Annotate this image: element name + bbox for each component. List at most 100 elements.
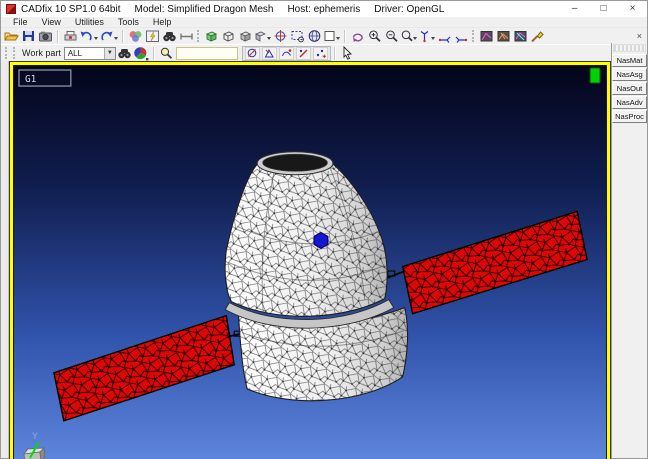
menu-file[interactable]: File bbox=[6, 17, 35, 27]
axis-alt-2-button[interactable] bbox=[453, 29, 470, 44]
view-cube-menu-button[interactable] bbox=[254, 29, 272, 44]
zoom-in-button[interactable] bbox=[366, 29, 383, 44]
center-view-button[interactable] bbox=[272, 29, 289, 44]
background-select-button[interactable] bbox=[323, 29, 341, 44]
undo-button[interactable] bbox=[79, 29, 99, 44]
green-cube-icon bbox=[206, 31, 217, 42]
cube-menu-icon bbox=[255, 31, 266, 42]
view-cube-shaded-green-button[interactable] bbox=[203, 29, 220, 44]
status-indicator bbox=[589, 67, 601, 84]
filter-surfaces-toggle[interactable] bbox=[244, 46, 260, 60]
view-cube-wireframe-button[interactable] bbox=[220, 29, 237, 44]
check-mesh-1-button[interactable] bbox=[478, 29, 495, 44]
menu-tools[interactable]: Tools bbox=[111, 17, 146, 27]
model-label: Model: Simplified Dragon Mesh bbox=[134, 3, 274, 15]
paint-entities-button[interactable] bbox=[529, 29, 546, 44]
mesh-check-1-icon bbox=[480, 31, 493, 42]
minimize-button[interactable]: – bbox=[560, 1, 589, 17]
undo-icon bbox=[80, 31, 92, 41]
center-target-icon bbox=[274, 30, 287, 42]
rotate-arrow-icon bbox=[352, 33, 363, 42]
find-part-button[interactable] bbox=[116, 46, 133, 61]
redo-button[interactable] bbox=[99, 29, 119, 44]
zoom-out-button[interactable] bbox=[383, 29, 400, 44]
find-button[interactable] bbox=[161, 29, 178, 44]
zoom-menu-button[interactable] bbox=[400, 29, 418, 44]
binoculars-icon bbox=[163, 32, 176, 42]
wireframe-cube-icon bbox=[223, 31, 234, 42]
check-mesh-3-button[interactable] bbox=[512, 29, 529, 44]
zoom-dropdown-icon bbox=[413, 37, 417, 40]
palette-button[interactable] bbox=[127, 29, 144, 44]
nasproc-button[interactable]: NasProc bbox=[612, 110, 647, 123]
filter-points-toggle[interactable] bbox=[312, 46, 328, 60]
zoom-icon bbox=[401, 30, 413, 42]
close-button[interactable]: × bbox=[618, 1, 647, 17]
filter-lines-toggle[interactable] bbox=[295, 46, 311, 60]
save-button[interactable] bbox=[20, 29, 37, 44]
vertex-marker[interactable] bbox=[313, 231, 329, 250]
cadfix-window: CADfix 10 SP1.0 64bit Model: Simplified … bbox=[0, 0, 648, 459]
measure-button[interactable] bbox=[178, 29, 195, 44]
open-file-button[interactable] bbox=[3, 29, 20, 44]
menu-help[interactable]: Help bbox=[146, 17, 179, 27]
mesh-check-2-icon bbox=[497, 31, 510, 42]
gray-cube-icon bbox=[240, 31, 251, 42]
axis-main-button[interactable] bbox=[418, 29, 436, 44]
search-input[interactable] bbox=[175, 46, 238, 60]
rgb-sphere-icon bbox=[134, 46, 149, 60]
title-bar: CADfix 10 SP1.0 64bit Model: Simplified … bbox=[1, 1, 647, 17]
redo-dropdown-icon bbox=[114, 37, 118, 40]
entity-filter-group bbox=[241, 45, 331, 61]
axis-right-icon bbox=[455, 36, 468, 43]
select-cursor-button[interactable] bbox=[339, 45, 356, 61]
print-button[interactable] bbox=[62, 29, 79, 44]
menu-view[interactable]: View bbox=[35, 17, 68, 27]
floppy-icon bbox=[23, 31, 34, 41]
rotate-view-button[interactable] bbox=[349, 29, 366, 44]
nasadv-button[interactable]: NasAdv bbox=[612, 96, 647, 109]
viewport-inner-border: G1 Y bbox=[13, 65, 607, 459]
check-mesh-2-button[interactable] bbox=[495, 29, 512, 44]
nasmat-button[interactable]: NasMat bbox=[612, 54, 647, 67]
filter-edges-toggle[interactable] bbox=[278, 46, 294, 60]
view-label-box: G1 bbox=[18, 69, 72, 87]
flash-window-button[interactable] bbox=[144, 29, 161, 44]
axis-dropdown-icon bbox=[431, 37, 435, 40]
maximize-button[interactable]: □ bbox=[589, 1, 618, 17]
work-part-label: Work part bbox=[22, 48, 61, 58]
work-part-caret[interactable]: ▼ bbox=[103, 47, 115, 59]
open-folder-icon bbox=[4, 32, 19, 41]
work-part-toolbar: Work part ALL ▼ bbox=[1, 44, 611, 61]
filter-wires-toggle[interactable] bbox=[261, 46, 277, 60]
paintbrush-icon bbox=[531, 31, 544, 43]
snapshot-button[interactable] bbox=[37, 29, 54, 44]
viewport-frame: G1 Y bbox=[9, 61, 611, 459]
globe-icon bbox=[308, 30, 321, 42]
panel-grip[interactable] bbox=[613, 44, 646, 52]
zoom-out-icon bbox=[386, 30, 398, 42]
menu-utilities[interactable]: Utilities bbox=[68, 17, 111, 27]
shade-rgb-button[interactable] bbox=[133, 46, 150, 61]
zoom-window-button[interactable] bbox=[289, 29, 306, 44]
viewport-active-border: G1 Y bbox=[10, 62, 610, 459]
redo-icon bbox=[101, 31, 113, 41]
undo-dropdown-icon bbox=[94, 37, 98, 40]
filter-surfaces-icon bbox=[247, 48, 257, 58]
axis-alt-1-button[interactable] bbox=[436, 29, 453, 44]
viewport-3d-scene[interactable]: G1 Y bbox=[14, 66, 606, 459]
filter-edges-icon bbox=[281, 49, 292, 57]
view-cube-shaded-button[interactable] bbox=[237, 29, 254, 44]
globe-view-button[interactable] bbox=[306, 29, 323, 44]
driver-label: Driver: OpenGL bbox=[374, 3, 445, 15]
cube-menu-dropdown-icon bbox=[267, 37, 271, 40]
main-toolbar: × bbox=[1, 28, 647, 44]
search-button[interactable] bbox=[158, 46, 175, 61]
nasasg-button[interactable]: NasAsg bbox=[612, 68, 647, 81]
work-part-select[interactable]: ALL ▼ bbox=[63, 46, 116, 60]
selection-box-icon bbox=[291, 31, 304, 43]
toolbar-close-button[interactable]: × bbox=[637, 31, 642, 41]
palette-icon bbox=[129, 31, 142, 42]
filter-lines-icon bbox=[299, 49, 308, 58]
nasout-button[interactable]: NasOut bbox=[612, 82, 647, 95]
